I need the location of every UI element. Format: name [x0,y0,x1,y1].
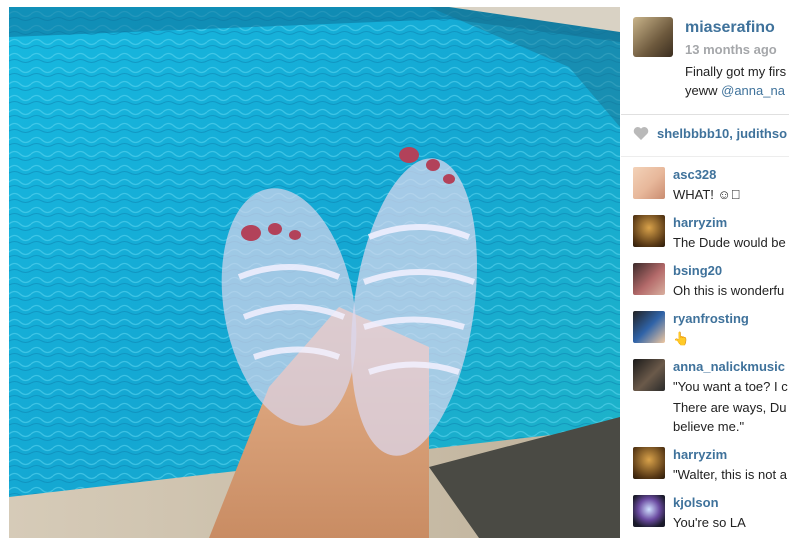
comment-username[interactable]: harryzim [673,215,727,230]
commenter-avatar[interactable] [633,495,665,527]
comment-username[interactable]: asc328 [673,167,716,182]
comment-text: WHAT! ☺⃞ [673,187,741,202]
owner-avatar[interactable] [633,17,673,57]
heart-icon[interactable] [633,126,649,141]
likes-usernames[interactable]: shelbbbb10, judithso [657,126,787,141]
comment-username[interactable]: anna_nalickmusic [673,359,785,374]
comment-username[interactable]: kjolson [673,495,719,510]
comment-text: You're so LA [673,515,746,530]
comment-username[interactable]: ryanfrosting [673,311,749,326]
comment-text-line-3: believe me." [673,419,745,434]
commenter-avatar[interactable] [633,167,665,199]
comment-text: "Walter, this is not a [673,467,787,482]
caption-line-1: Finally got my firs [685,64,787,79]
divider [621,114,789,115]
commenter-avatar[interactable] [633,447,665,479]
photo-image [9,7,620,538]
caption-mention-link[interactable]: @anna_na [721,83,785,98]
comment-text: Oh this is wonderfu [673,283,785,298]
caption-text: yeww [685,83,722,98]
commenter-avatar[interactable] [633,263,665,295]
post-timestamp[interactable]: 13 months ago [685,42,777,57]
comment-text-line-2: There are ways, Du [673,400,787,415]
commenter-avatar[interactable] [633,359,665,391]
comment-username[interactable]: bsing20 [673,263,722,278]
post-sidebar: miaserafino 13 months ago Finally got my… [621,0,789,538]
post-photo[interactable] [9,7,620,538]
comment-text: The Dude would be [673,235,786,250]
commenter-avatar[interactable] [633,215,665,247]
divider [621,156,789,157]
post-header: miaserafino 13 months ago Finally got my… [633,17,789,122]
commenter-avatar[interactable] [633,311,665,343]
comment-text: 👆 [673,331,690,346]
caption-line-2: yeww @anna_na [685,83,785,98]
comment-username[interactable]: harryzim [673,447,727,462]
owner-username[interactable]: miaserafino [685,19,775,37]
comment-text-line-1: "You want a toe? I c [673,379,788,394]
